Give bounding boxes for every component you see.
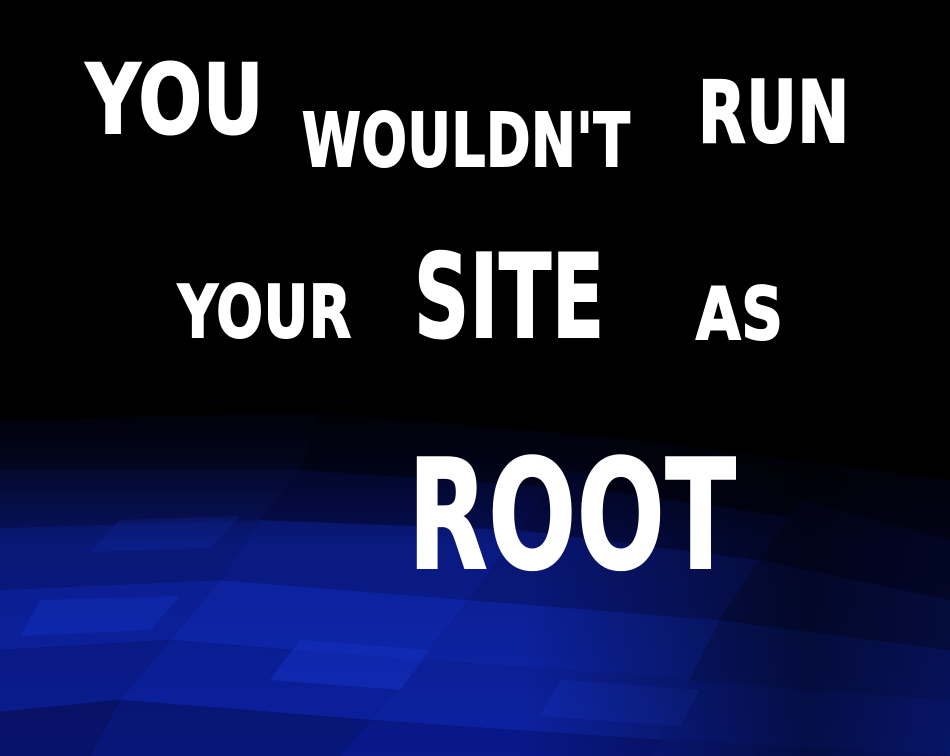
headline-word-you: YOU [85, 44, 265, 156]
headline-word-your: YOUR [177, 270, 352, 354]
headline-word-run: RUN [697, 63, 850, 163]
headline-word-as: AS [695, 272, 784, 356]
headline-word-wouldnt: WOULDN'T [301, 98, 631, 184]
headline-word-root: ROOT [407, 427, 737, 604]
poster: YOU WOULDN'T RUN YOUR SITE AS ROOT [0, 0, 950, 756]
headline-word-site: SITE [413, 230, 605, 365]
